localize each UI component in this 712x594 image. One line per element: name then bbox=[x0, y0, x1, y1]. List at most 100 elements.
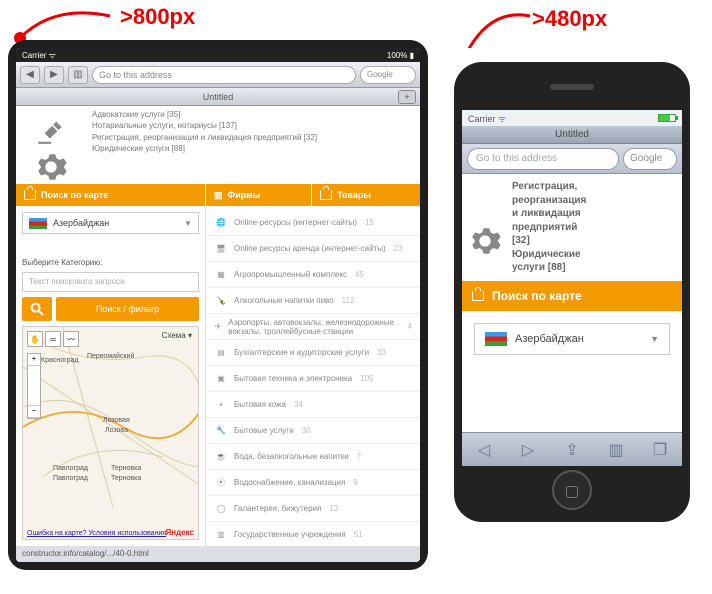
cart-icon bbox=[320, 190, 332, 200]
share-button[interactable]: ⇪ bbox=[557, 440, 587, 460]
list-item[interactable]: 🌐Online-ресурсы (интернет-сайты)15 bbox=[206, 210, 420, 236]
address-bar[interactable]: Go to this address bbox=[467, 148, 619, 170]
item-label: Online-ресурсы (интернет-сайты) bbox=[234, 218, 357, 227]
tab-firms[interactable]: ▥Фирмы bbox=[206, 184, 312, 206]
tab-goods[interactable]: Товары bbox=[312, 184, 420, 206]
category-listing: 🌐Online-ресурсы (интернет-сайты)15🖥Onlin… bbox=[206, 206, 420, 546]
list-item[interactable]: Юридические услуги [88] bbox=[92, 144, 414, 154]
map-zoom[interactable]: +− bbox=[27, 353, 41, 419]
cart-icon bbox=[24, 190, 36, 200]
list-item[interactable]: реорганизация bbox=[512, 194, 678, 208]
list-item[interactable]: Адвокатские услуги [35] bbox=[92, 110, 414, 120]
list-item[interactable]: ▪Бытовая кожа34 bbox=[206, 392, 420, 418]
list-item[interactable]: Юридические bbox=[512, 248, 678, 262]
tab-title[interactable]: Untitled bbox=[203, 92, 234, 102]
item-count: 4 bbox=[408, 322, 412, 331]
search-button[interactable] bbox=[22, 297, 52, 321]
list-item[interactable]: ⦿Водоснабжение, канализация9 bbox=[206, 470, 420, 496]
map-city: Лозова bbox=[105, 427, 128, 434]
tractor-icon: ▦ bbox=[214, 268, 228, 282]
tv-icon: ▣ bbox=[214, 372, 228, 386]
category-list: Регистрация, реорганизация и ликвидация … bbox=[462, 174, 682, 281]
item-label: Online ресурсы аренда (интернет-сайты) bbox=[234, 244, 386, 253]
list-item[interactable]: ✈Аэропорты, автовокзалы, железнодорожные… bbox=[206, 314, 420, 340]
country-dropdown[interactable]: Азербайджан bbox=[474, 323, 670, 355]
item-count: 7 bbox=[357, 452, 361, 461]
country-dropdown[interactable]: Азербайджан bbox=[22, 212, 199, 234]
header-categories: Адвокатские услуги [35] Нотариальные усл… bbox=[16, 106, 420, 184]
list-item[interactable]: Регистрация, bbox=[512, 180, 678, 194]
item-label: Алкогольные напитки пиво bbox=[234, 296, 334, 305]
tab-bar: Untitled + bbox=[16, 88, 420, 106]
map-city: Терновка bbox=[111, 475, 141, 482]
list-item[interactable]: и ликвидация bbox=[512, 207, 678, 221]
map-tool-path[interactable]: 〰 bbox=[63, 331, 79, 347]
forward-button[interactable]: ▶ bbox=[44, 66, 64, 84]
gavel-icon bbox=[31, 112, 71, 146]
item-count: 34 bbox=[294, 400, 303, 409]
browser-search[interactable]: Google bbox=[360, 66, 416, 84]
tab-map-search[interactable]: Поиск по карте bbox=[16, 184, 206, 206]
list-item[interactable]: 🖥Online ресурсы аренда (интернет-сайты)2… bbox=[206, 236, 420, 262]
list-item[interactable]: Регистрация, реорганизация и ликвидация … bbox=[92, 133, 414, 143]
address-bar[interactable]: Go to this address bbox=[92, 66, 356, 84]
list-item[interactable]: ☕Вода, безалкогольные напитки7 bbox=[206, 444, 420, 470]
forward-button[interactable]: ▷ bbox=[513, 440, 543, 460]
browser-search[interactable]: Google bbox=[623, 148, 677, 170]
browser-nav-bar: Go to this address Google bbox=[462, 144, 682, 174]
tabs-button[interactable]: ❐ bbox=[645, 440, 675, 460]
bookmarks-button[interactable]: ▥ bbox=[601, 440, 631, 460]
list-item[interactable]: Нотариальные услуги, нотариусы [137] bbox=[92, 121, 414, 131]
building-icon: ▥ bbox=[214, 190, 223, 201]
flag-icon bbox=[29, 218, 47, 229]
item-label: Бытовая кожа bbox=[234, 400, 286, 409]
tablet-breakpoint-label: >800px bbox=[120, 4, 195, 30]
map-widget[interactable]: ✋ ═ 〰 Схема ▾ +− Первомайский Красноград… bbox=[22, 326, 199, 540]
item-count: 13 bbox=[329, 504, 338, 513]
filter-button[interactable]: Поиск / фильтр bbox=[56, 297, 199, 321]
new-tab-button[interactable]: + bbox=[398, 90, 416, 104]
wifi-icon: ᯤ bbox=[498, 114, 506, 124]
search-input[interactable]: Текст поискового запроса bbox=[22, 272, 199, 292]
map-city: Павлоград bbox=[53, 465, 88, 472]
page-title: Untitled bbox=[462, 126, 682, 144]
list-item[interactable]: ▣Бытовая техника и электроника105 bbox=[206, 366, 420, 392]
list-item[interactable]: 🔧Бытовые услуги30 bbox=[206, 418, 420, 444]
list-item[interactable]: предприятий bbox=[512, 221, 678, 235]
tab-map-search[interactable]: Поиск по карте bbox=[462, 281, 682, 311]
tablet-screen: Carrier ᯤ 100% ▮ ◀ ▶ ▥ Go to this addres… bbox=[16, 48, 420, 562]
map-tool-ruler[interactable]: ═ bbox=[45, 331, 61, 347]
list-item[interactable]: ◯Галантерея, бижутерия13 bbox=[206, 496, 420, 522]
section-tabs: Поиск по карте ▥Фирмы Товары bbox=[16, 184, 420, 206]
plane-icon: ✈ bbox=[214, 320, 222, 334]
list-item[interactable]: ▦Агропромышленный комплекс45 bbox=[206, 262, 420, 288]
browser-toolbar: ◁ ▷ ⇪ ▥ ❐ bbox=[462, 432, 682, 466]
status-bar: Carrier ᯤ 100% ▮ bbox=[16, 48, 420, 62]
status-bar: Carrier ᯤ bbox=[462, 110, 682, 126]
tablet-device-frame: Carrier ᯤ 100% ▮ ◀ ▶ ▥ Go to this addres… bbox=[8, 40, 428, 570]
carrier-label: Carrier ᯤ bbox=[22, 50, 56, 61]
back-button[interactable]: ◁ bbox=[469, 440, 499, 460]
list-item[interactable]: [32] bbox=[512, 234, 678, 248]
battery-icon bbox=[658, 114, 676, 122]
item-label: Бытовые услуги bbox=[234, 426, 294, 435]
cup-icon: ☕ bbox=[214, 450, 228, 464]
item-label: Агропромышленный комплекс bbox=[234, 270, 347, 279]
map-layer-dropdown[interactable]: Схема ▾ bbox=[162, 331, 192, 340]
item-count: 112 bbox=[342, 296, 355, 305]
item-count: 23 bbox=[394, 244, 403, 253]
map-tool-hand[interactable]: ✋ bbox=[27, 331, 43, 347]
map-city: Красноград bbox=[41, 357, 79, 364]
list-item[interactable]: ▤Бухгалтерские и аудиторские услуги33 bbox=[206, 340, 420, 366]
map-terms-link[interactable]: Ошибка на карте? Условия использования bbox=[27, 530, 166, 537]
pipe-icon: ⦿ bbox=[214, 476, 228, 490]
ring-icon: ◯ bbox=[214, 502, 228, 516]
bookmarks-button[interactable]: ▥ bbox=[68, 66, 88, 84]
map-toolbar: ✋ ═ 〰 bbox=[27, 331, 79, 347]
item-label: Бухгалтерские и аудиторские услуги bbox=[234, 348, 369, 357]
back-button[interactable]: ◀ bbox=[20, 66, 40, 84]
bottle-icon: 🍾 bbox=[214, 294, 228, 308]
list-item[interactable]: ▥Государственные учреждения51 bbox=[206, 522, 420, 546]
list-item[interactable]: услуги [88] bbox=[512, 261, 678, 275]
list-item[interactable]: 🍾 Алкогольные напитки пиво 112 bbox=[206, 288, 420, 314]
